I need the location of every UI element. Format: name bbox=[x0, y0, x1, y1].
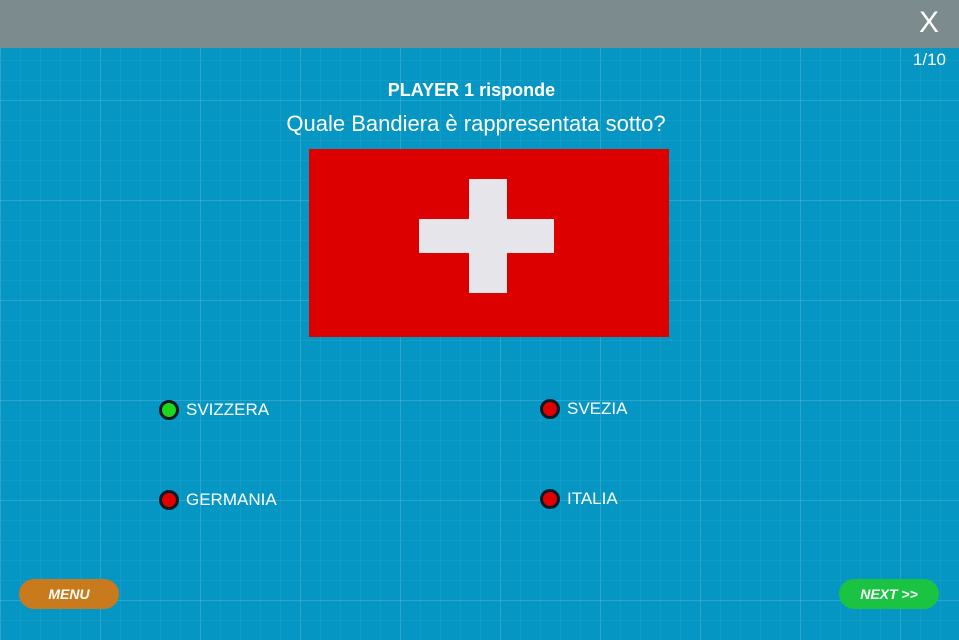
answer-indicator-icon bbox=[540, 489, 560, 509]
answer-label: SVIZZERA bbox=[186, 400, 270, 419]
answer-label: GERMANIA bbox=[186, 490, 277, 509]
answer-option-germania[interactable]: GERMANIA bbox=[159, 490, 277, 510]
answer-option-svizzera[interactable]: SVIZZERA bbox=[159, 400, 269, 420]
answer-option-italia[interactable]: ITALIA bbox=[540, 489, 618, 509]
menu-button[interactable]: MENU bbox=[19, 579, 119, 609]
flag-cross-horizontal bbox=[419, 219, 554, 253]
answer-option-svezia[interactable]: SVEZIA bbox=[540, 399, 627, 419]
answer-indicator-icon bbox=[159, 400, 179, 420]
answer-indicator-icon bbox=[540, 399, 560, 419]
top-bar: X bbox=[0, 0, 959, 48]
answer-indicator-icon bbox=[159, 490, 179, 510]
question-text: Quale Bandiera è rappresentata sotto? bbox=[286, 111, 666, 136]
swiss-flag-image bbox=[309, 149, 669, 337]
player-turn-label: PLAYER 1 risponde bbox=[387, 80, 556, 100]
close-button[interactable]: X bbox=[919, 6, 939, 40]
next-button[interactable]: NEXT >> bbox=[839, 579, 939, 609]
question-counter: 1/10 bbox=[912, 50, 946, 69]
answer-label: SVEZIA bbox=[567, 399, 628, 418]
answer-label: ITALIA bbox=[567, 489, 618, 508]
